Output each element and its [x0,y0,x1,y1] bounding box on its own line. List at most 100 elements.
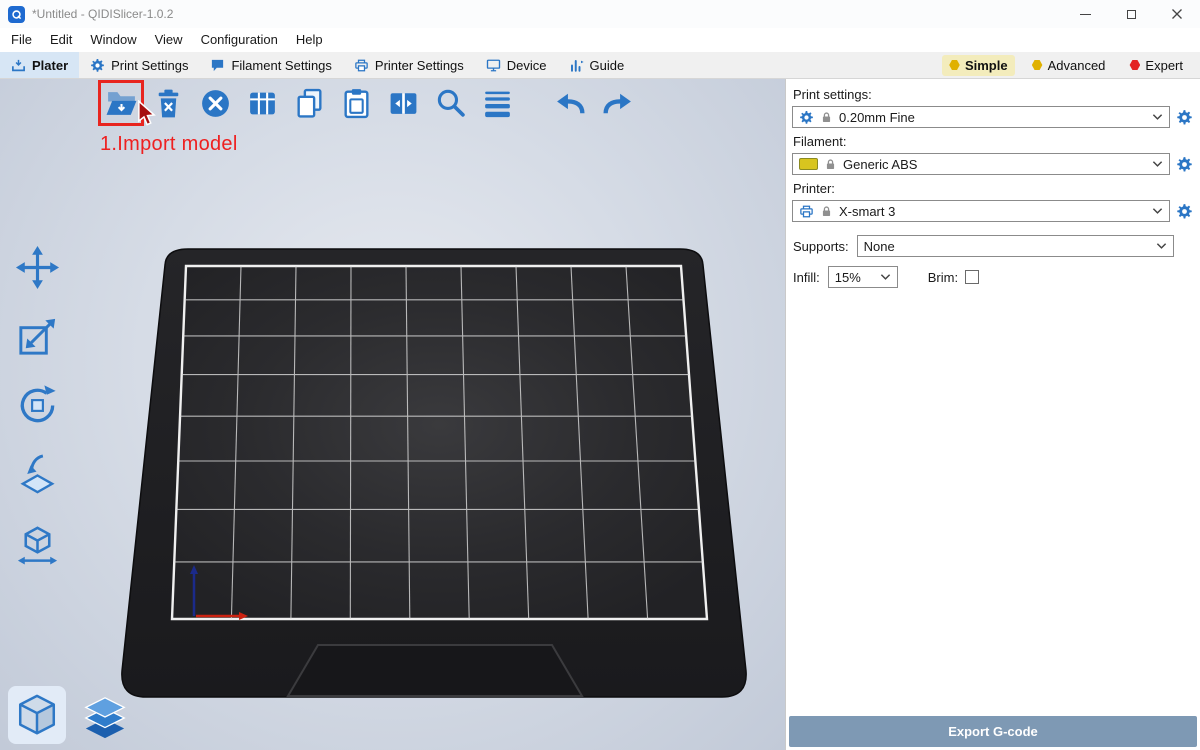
rotate-tool[interactable] [12,380,62,430]
filament-icon [210,58,225,73]
gear-icon [1176,109,1193,126]
mode-expert[interactable]: Expert [1122,55,1190,76]
tab-guide[interactable]: Guide [558,52,636,78]
tab-plater[interactable]: Plater [0,52,79,78]
x-circle-icon [199,87,232,120]
redo-button[interactable] [598,84,636,122]
app-logo-icon [8,6,25,23]
preview-view-button[interactable] [78,690,132,744]
maximize-icon [1127,10,1136,19]
export-gcode-button[interactable]: Export G-code [789,716,1197,747]
mode-expert-label: Expert [1145,58,1183,73]
import-folder-icon [105,87,138,120]
arrange-button[interactable] [243,84,281,122]
menu-window[interactable]: Window [81,28,145,52]
split-icon [387,87,420,120]
infill-value: 15% [835,270,874,285]
arrange-grid-icon [246,87,279,120]
tab-filament-settings[interactable]: Filament Settings [199,52,342,78]
printer-value: X-smart 3 [839,204,1146,219]
tab-device[interactable]: Device [475,52,558,78]
move-arrows-icon [14,244,61,291]
minimize-button[interactable] [1062,0,1108,28]
delete-all-button[interactable] [196,84,234,122]
paste-icon [340,87,373,120]
expert-mode-icon [1129,60,1140,71]
filament-combo[interactable]: Generic ABS [792,153,1170,175]
redo-arrow-icon [601,87,634,120]
print-settings-label: Print settings: [793,87,1194,102]
print-settings-combo[interactable]: 0.20mm Fine [792,106,1170,128]
copy-icon [293,87,326,120]
undo-button[interactable] [551,84,589,122]
mode-simple-label: Simple [965,58,1008,73]
viewport-3d[interactable] [0,79,785,750]
menu-edit[interactable]: Edit [41,28,81,52]
infill-combo[interactable]: 15% [828,266,898,288]
qidislicer-window: *Untitled - QIDISlicer-1.0.2 File Edit W… [0,0,1200,750]
search-button[interactable] [431,84,469,122]
chevron-down-icon [1156,242,1167,250]
scale-tool[interactable] [12,311,62,361]
chevron-down-icon [880,273,891,281]
chevron-down-icon [1152,160,1163,168]
lock-icon [824,158,837,171]
advanced-mode-icon [1032,60,1043,71]
simple-mode-icon [949,60,960,71]
measure-icon [14,520,61,567]
menu-view[interactable]: View [146,28,192,52]
paste-button[interactable] [337,84,375,122]
printer-combo[interactable]: X-smart 3 [792,200,1170,222]
cube-3d-icon [14,692,60,738]
search-icon [434,87,467,120]
printer-edit-button[interactable] [1174,200,1194,222]
menu-file[interactable]: File [2,28,41,52]
filament-color-swatch [799,158,818,170]
maximize-button[interactable] [1108,0,1154,28]
supports-label: Supports: [793,239,849,254]
move-tool[interactable] [12,242,62,292]
tab-guide-label: Guide [590,58,625,73]
close-button[interactable] [1154,0,1200,28]
import-annotation: 1.Import model [100,133,238,156]
mode-advanced[interactable]: Advanced [1025,55,1113,76]
print-settings-edit-button[interactable] [1174,106,1194,128]
brim-checkbox[interactable] [965,270,979,284]
mode-simple[interactable]: Simple [942,55,1015,76]
bed-handle [288,645,582,696]
scale-icon [14,313,61,360]
cursor-icon [137,100,156,128]
supports-combo[interactable]: None [857,235,1174,257]
guide-icon [569,58,584,73]
import-button[interactable] [102,84,140,122]
place-on-face-tool[interactable] [12,449,62,499]
axes-indicator [190,565,248,620]
menu-help[interactable]: Help [287,28,332,52]
plater-icon [11,58,26,73]
filament-value: Generic ABS [843,157,1146,172]
bed-tray [122,249,746,697]
gear-icon [1176,203,1193,220]
editor-view-button[interactable] [8,686,66,744]
menu-bar: File Edit Window View Configuration Help [0,28,1200,52]
mode-switcher: Simple Advanced Expert [942,52,1200,78]
tab-print-settings[interactable]: Print Settings [79,52,199,78]
gizmo-toolbar [12,242,62,568]
menu-configuration[interactable]: Configuration [192,28,287,52]
filament-edit-button[interactable] [1174,153,1194,175]
print-bed [0,79,785,750]
variable-layer-height-button[interactable] [478,84,516,122]
chevron-down-icon [1152,113,1163,121]
tab-printer-settings[interactable]: Printer Settings [343,52,475,78]
tab-print-settings-label: Print Settings [111,58,188,73]
place-on-face-icon [14,451,61,498]
measure-tool[interactable] [12,518,62,568]
mode-advanced-label: Advanced [1048,58,1106,73]
bed-surface [172,266,707,619]
close-icon [1171,8,1183,20]
split-objects-button[interactable] [384,84,422,122]
print-settings-value: 0.20mm Fine [839,110,1146,125]
rotate-icon [14,382,61,429]
copy-button[interactable] [290,84,328,122]
layer-lines-icon [481,87,514,120]
